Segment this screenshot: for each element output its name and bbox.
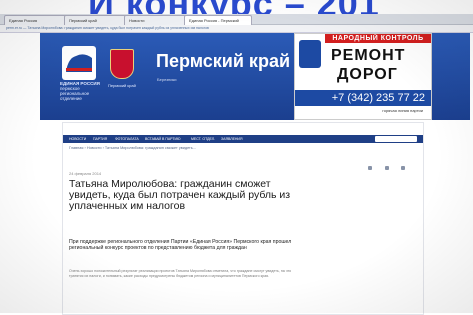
article-headline: Татьяна Миролюбова: гражданин сможет уви… [69,178,291,213]
ad-flag-icon [299,40,321,68]
nav-item[interactable]: НОВОСТИ [69,135,86,143]
ad-strip: НАРОДНЫЙ КОНТРОЛЬ [325,34,431,43]
share-icons [360,157,405,175]
browser-tab[interactable]: Единая Россия [4,15,68,25]
nav-item[interactable]: ФОТОПАЛАТА [115,135,139,143]
banner-text: Й конкурс – 201 [88,0,380,14]
article-date: 24 февраля 2014 [69,171,102,176]
ad-line-1: РЕМОНТ [331,47,406,64]
nav-item[interactable]: МЕСТ. ОТДЕЛ. [191,135,215,143]
road-repair-ad[interactable]: НАРОДНЫЙ КОНТРОЛЬ РЕМОНТ ДОРОГ +7 (342) … [294,33,432,120]
bookmarks-text: perm.er.ru — Татьяна Миролюбова: граждан… [6,26,209,30]
party-bear-logo-icon[interactable] [62,46,96,80]
print-icon[interactable] [368,166,373,170]
emblem-caption: Пермский край [108,83,136,88]
region-title: Пермский край [156,51,291,71]
nav-item[interactable]: ПАРТИЯ [93,135,107,143]
search-input[interactable] [375,136,417,142]
browser-tab-active[interactable]: Единая Россия - Пермский [184,15,252,25]
ad-line-2: ДОРОГ [337,66,398,83]
toolbar-icons: ⌂ ✉ ⌕ [69,126,86,140]
email-icon[interactable] [401,166,405,170]
main-nav: НОВОСТИ ПАРТИЯ ФОТОПАЛАТА ВСТАВАЙ В ПАРТ… [63,135,423,143]
ad-phone: +7 (342) 235 77 22 [295,90,431,106]
nav-item[interactable]: ЗАЯВЛЕНИЯ [221,135,242,143]
region-subtitle: Березники [157,77,177,82]
bookmarks-bar: perm.er.ru — Татьяна Миролюбова: граждан… [0,25,473,33]
browser-tab-bar: Единая Россия Пермский край Новости Един… [0,14,473,25]
top-banner: Й конкурс – 201 [0,0,473,14]
party-subtitle: пермское региональное отделение [60,86,90,101]
article-body: Очень хорошо положительный результат реа… [69,269,292,278]
perm-emblem-icon [110,49,134,79]
browser-tab[interactable]: Новости [124,15,188,25]
browser-tab[interactable]: Пермский край [64,15,128,25]
article-page: ⌂ ✉ ⌕ НОВОСТИ ПАРТИЯ ФОТОПАЛАТА ВСТАВАЙ … [62,122,424,315]
ad-footer: горячая линия партии [382,108,423,113]
party-caption: ЕДИНАЯ РОССИЯ пермское региональное отде… [60,81,104,101]
share-icon[interactable] [384,166,389,170]
nav-item[interactable]: ВСТАВАЙ В ПАРТИЮ [145,135,181,143]
breadcrumb[interactable]: Главная › Новости › Татьяна Миролюбова: … [69,146,196,150]
article-lead: При поддержке регионального отделения Па… [69,239,292,252]
